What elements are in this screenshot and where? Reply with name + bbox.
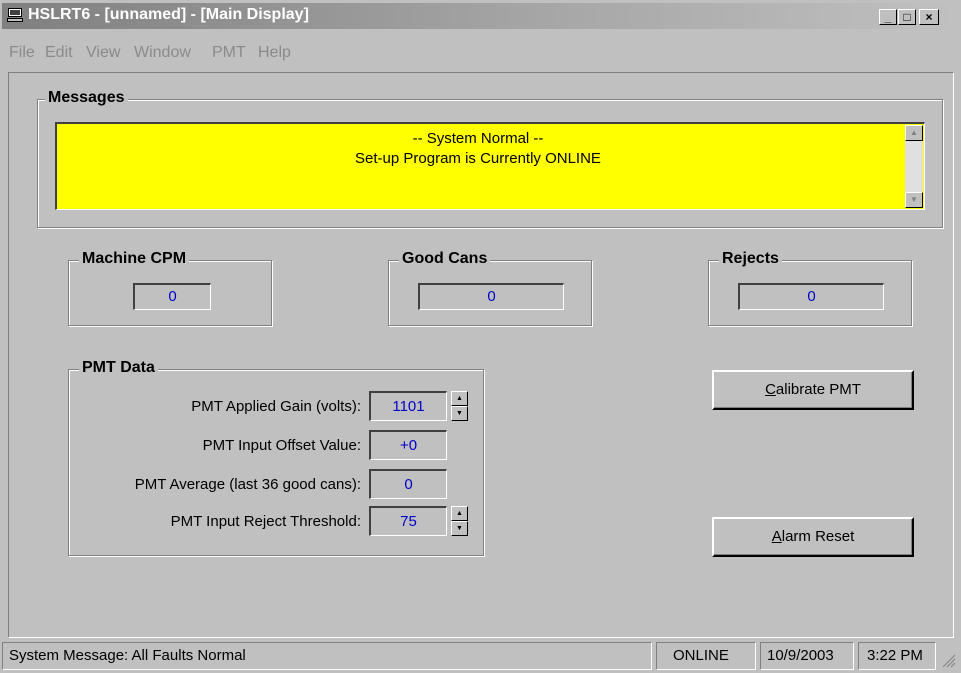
menu-file[interactable]: File	[9, 44, 35, 62]
menu-pmt[interactable]: PMT	[212, 44, 246, 62]
rejects-value: 0	[738, 283, 884, 310]
menu-edit[interactable]: Edit	[45, 44, 73, 62]
main-window: HSLRT6 - [unnamed] - [Main Display] _ □ …	[0, 0, 961, 673]
spin-up-icon[interactable]: ▲	[451, 391, 468, 406]
message-scrollbar[interactable]: ▲ ▼	[905, 125, 923, 208]
status-time: 3:22 PM	[858, 642, 936, 670]
alarm-reset-label: larm Reset	[781, 528, 855, 545]
message-display: -- System Normal -- Set-up Program is Cu…	[55, 122, 925, 210]
window-title: HSLRT6 - [unnamed] - [Main Display]	[28, 6, 309, 23]
reject-threshold-label: PMT Input Reject Threshold:	[170, 513, 361, 530]
computer-icon	[7, 8, 23, 22]
message-line-1: -- System Normal --	[412, 130, 544, 147]
calibrate-accelerator: C	[765, 381, 776, 398]
pmt-average-label: PMT Average (last 36 good cans):	[134, 476, 361, 493]
resize-grip-icon[interactable]	[940, 652, 956, 668]
close-button[interactable]: ×	[919, 9, 939, 25]
reject-threshold-spinner[interactable]: ▲ ▼	[451, 506, 468, 536]
menu-bar: File Edit View Window PMT Help	[0, 44, 961, 66]
messages-legend: Messages	[45, 89, 128, 107]
applied-gain-input[interactable]: 1101	[369, 391, 447, 421]
spin-down-icon[interactable]: ▼	[451, 521, 468, 536]
message-line-2: Set-up Program is Currently ONLINE	[355, 150, 601, 167]
spin-up-icon[interactable]: ▲	[451, 506, 468, 521]
menu-window[interactable]: Window	[134, 44, 191, 62]
calibrate-pmt-button[interactable]: Calibrate PMT	[712, 370, 914, 410]
input-offset-label: PMT Input Offset Value:	[202, 437, 361, 454]
status-mode: ONLINE	[656, 642, 756, 670]
alarm-reset-button[interactable]: Alarm Reset	[712, 517, 914, 557]
pmt-data-legend: PMT Data	[79, 359, 158, 377]
reject-threshold-input[interactable]: 75	[369, 506, 447, 536]
status-bar: System Message: All Faults Normal ONLINE…	[0, 642, 961, 673]
good-cans-value: 0	[418, 283, 564, 310]
minimize-button[interactable]: _	[879, 9, 897, 25]
machine-cpm-value: 0	[133, 283, 211, 310]
alarm-accelerator: A	[771, 528, 782, 545]
calibrate-label: alibrate PMT	[775, 381, 861, 398]
machine-cpm-legend: Machine CPM	[79, 250, 190, 268]
input-offset-value: +0	[369, 430, 447, 460]
applied-gain-spinner[interactable]: ▲ ▼	[451, 391, 468, 421]
pmt-average-value: 0	[369, 469, 447, 499]
scroll-up-arrow-icon[interactable]: ▲	[905, 125, 923, 141]
good-cans-legend: Good Cans	[399, 250, 491, 268]
status-date: 10/9/2003	[760, 642, 854, 670]
menu-view[interactable]: View	[86, 44, 120, 62]
title-bar[interactable]: HSLRT6 - [unnamed] - [Main Display] _ □ …	[2, 3, 957, 29]
status-message: System Message: All Faults Normal	[2, 642, 652, 670]
applied-gain-label: PMT Applied Gain (volts):	[191, 398, 361, 415]
spin-down-icon[interactable]: ▼	[451, 406, 468, 421]
scroll-down-arrow-icon[interactable]: ▼	[905, 192, 923, 208]
restore-button[interactable]: □	[898, 9, 916, 25]
rejects-legend: Rejects	[719, 250, 782, 268]
menu-help[interactable]: Help	[258, 44, 291, 62]
